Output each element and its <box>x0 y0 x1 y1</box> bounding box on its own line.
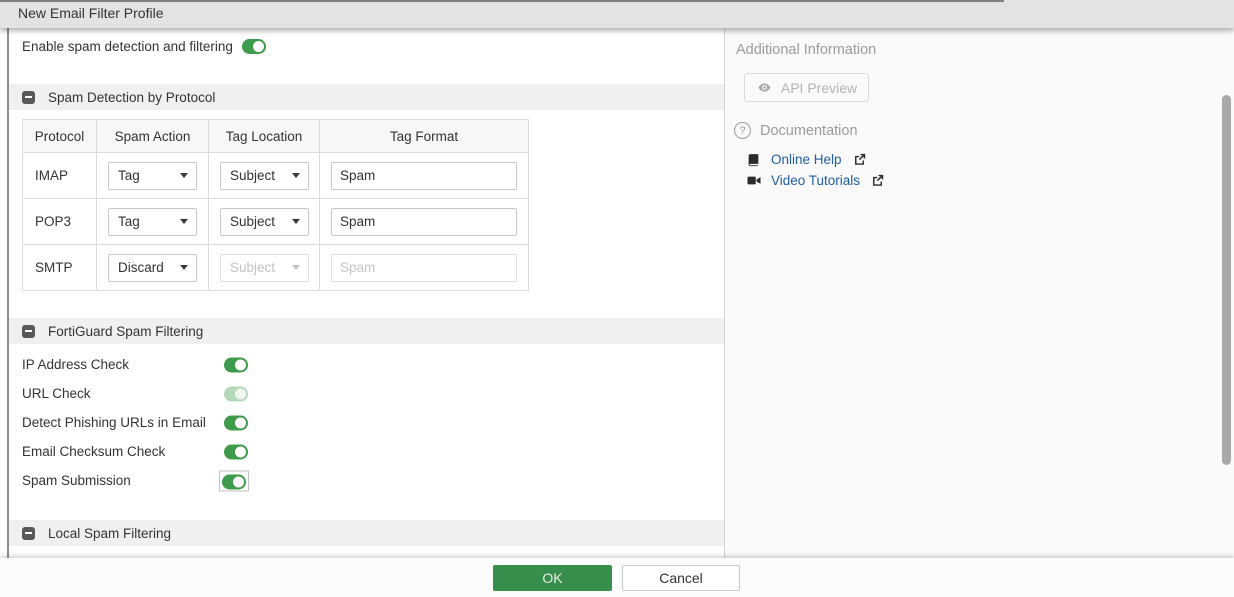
enable-spam-label: Enable spam detection and filtering <box>22 39 233 54</box>
protocol-name: SMTP <box>23 245 97 291</box>
col-header-tag-location: Tag Location <box>209 120 320 153</box>
url-check-toggle[interactable] <box>224 386 248 401</box>
selected-value: Subject <box>230 260 275 275</box>
documentation-heading: ? Documentation <box>734 122 858 139</box>
smtp-tag-format-input <box>331 254 517 282</box>
focused-toggle-box <box>219 470 249 491</box>
protocol-name: POP3 <box>23 199 97 245</box>
selected-value: Tag <box>118 214 140 229</box>
toggle-label: IP Address Check <box>22 357 129 372</box>
toggle-knob <box>235 417 246 428</box>
page-title: New Email Filter Profile <box>18 0 163 27</box>
imap-tag-format-input[interactable] <box>331 162 517 190</box>
online-help-link[interactable]: Online Help <box>771 152 842 167</box>
imap-tag-location-select[interactable]: Subject <box>220 162 309 190</box>
book-icon <box>745 153 762 167</box>
question-icon: ? <box>734 122 751 139</box>
url-check-row: URL Check <box>22 379 714 408</box>
api-preview-label: API Preview <box>781 80 857 96</box>
col-header-tag-format: Tag Format <box>320 120 529 153</box>
section-label: Spam Detection by Protocol <box>48 90 215 105</box>
additional-information-panel: Additional Information API Preview ? Doc… <box>724 28 1234 558</box>
chevron-down-icon <box>180 219 188 224</box>
table-row-imap: IMAP Tag Subject <box>23 153 529 199</box>
external-link-icon <box>851 153 868 166</box>
col-header-spam-action: Spam Action <box>97 120 209 153</box>
table-row-pop3: POP3 Tag Subject <box>23 199 529 245</box>
table-row-smtp: SMTP Discard Subject <box>23 245 529 291</box>
selected-value: Subject <box>230 168 275 183</box>
email-checksum-toggle[interactable] <box>224 444 248 459</box>
toggle-knob <box>235 388 246 399</box>
detect-phishing-toggle[interactable] <box>224 415 248 430</box>
table-header-row: Protocol Spam Action Tag Location Tag Fo… <box>23 120 529 153</box>
toggle-label: Spam Submission <box>22 473 131 488</box>
email-filter-profile-dialog: New Email Filter Profile Enable spam det… <box>0 0 1234 597</box>
toggle-label: URL Check <box>22 386 91 401</box>
toggle-knob <box>233 476 244 487</box>
enable-spam-row: Enable spam detection and filtering <box>22 37 266 55</box>
email-checksum-row: Email Checksum Check <box>22 437 714 466</box>
smtp-tag-location-select: Subject <box>220 254 309 282</box>
collapse-icon[interactable] <box>22 91 35 104</box>
selected-value: Tag <box>118 168 140 183</box>
vertical-scrollbar-thumb[interactable] <box>1222 95 1231 465</box>
video-icon <box>745 174 762 187</box>
documentation-label: Documentation <box>760 123 858 139</box>
eye-icon <box>756 81 773 94</box>
documentation-links: Online Help Video Tutorials <box>745 151 886 189</box>
toggle-knob <box>235 446 246 457</box>
pop3-tag-location-select[interactable]: Subject <box>220 208 309 236</box>
form-panel: Enable spam detection and filtering Spam… <box>7 28 724 558</box>
section-label: Local Spam Filtering <box>48 526 171 541</box>
chevron-down-icon <box>292 265 300 270</box>
collapse-icon[interactable] <box>22 325 35 338</box>
video-tutorials-row: Video Tutorials <box>745 172 886 189</box>
dialog-footer: OK Cancel <box>0 558 1234 597</box>
chevron-down-icon <box>180 265 188 270</box>
smtp-spam-action-select[interactable]: Discard <box>108 254 197 282</box>
toggle-knob <box>253 41 264 52</box>
spam-submission-row: Spam Submission <box>22 466 714 495</box>
spam-submission-toggle[interactable] <box>222 474 246 489</box>
chevron-down-icon <box>292 173 300 178</box>
chevron-down-icon <box>180 173 188 178</box>
pop3-spam-action-select[interactable]: Tag <box>108 208 197 236</box>
ip-address-check-toggle[interactable] <box>224 357 248 372</box>
imap-spam-action-select[interactable]: Tag <box>108 162 197 190</box>
toggle-label: Email Checksum Check <box>22 444 165 459</box>
col-header-protocol: Protocol <box>23 120 97 153</box>
protocol-table: Protocol Spam Action Tag Location Tag Fo… <box>22 119 529 291</box>
selected-value: Discard <box>118 260 164 275</box>
video-tutorials-link[interactable]: Video Tutorials <box>771 173 860 188</box>
api-preview-button[interactable]: API Preview <box>744 73 869 102</box>
section-header-protocol: Spam Detection by Protocol <box>9 84 724 110</box>
selected-value: Subject <box>230 214 275 229</box>
ok-button[interactable]: OK <box>493 565 612 591</box>
dialog-titlebar: New Email Filter Profile <box>0 0 1234 28</box>
chevron-down-icon <box>292 219 300 224</box>
section-label: FortiGuard Spam Filtering <box>48 324 203 339</box>
section-header-local: Local Spam Filtering <box>9 520 724 546</box>
enable-spam-toggle[interactable] <box>242 39 266 54</box>
pop3-tag-format-input[interactable] <box>331 208 517 236</box>
cancel-button[interactable]: Cancel <box>622 565 740 591</box>
toggle-label: Detect Phishing URLs in Email <box>22 415 206 430</box>
protocol-name: IMAP <box>23 153 97 199</box>
section-header-fortiguard: FortiGuard Spam Filtering <box>9 318 724 344</box>
detect-phishing-row: Detect Phishing URLs in Email <box>22 408 714 437</box>
online-help-row: Online Help <box>745 151 886 168</box>
toggle-knob <box>235 359 246 370</box>
sidebar-heading: Additional Information <box>736 42 876 58</box>
collapse-icon[interactable] <box>22 527 35 540</box>
external-link-icon <box>869 174 886 187</box>
ip-address-check-row: IP Address Check <box>22 350 714 379</box>
